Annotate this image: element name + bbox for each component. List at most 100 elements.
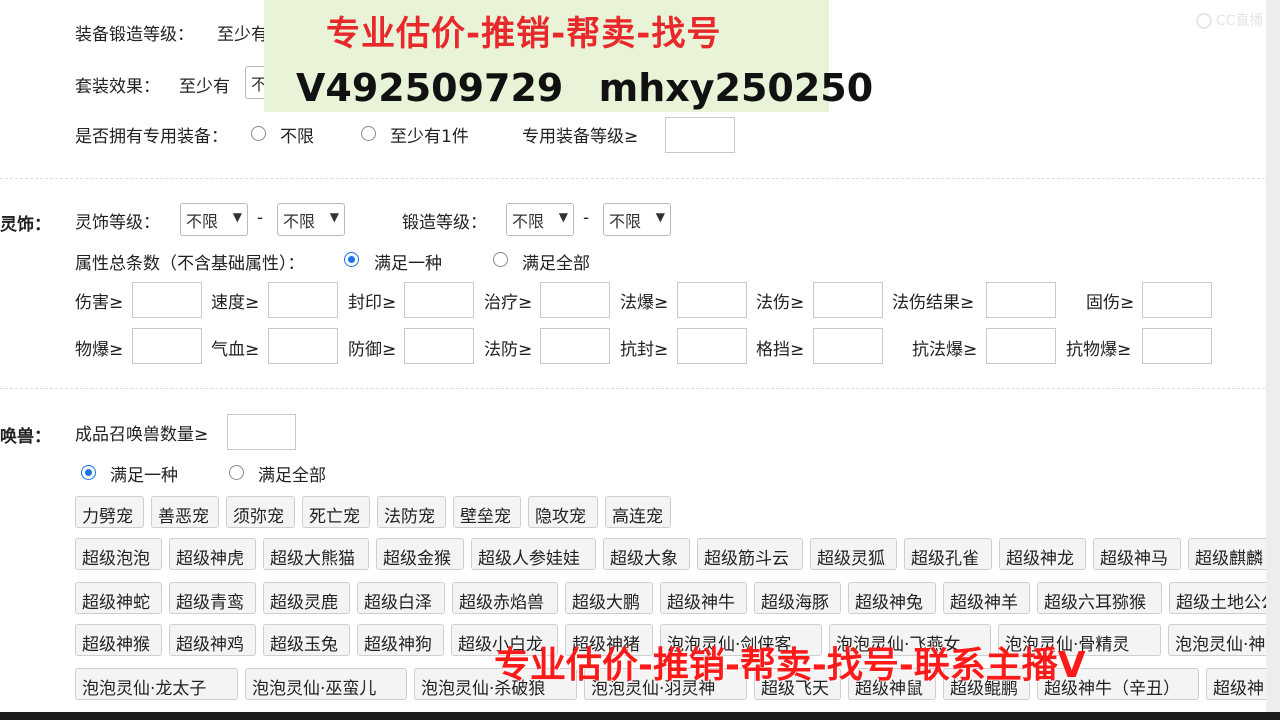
attr-label: 防御≥ (348, 340, 397, 360)
pet-tag-button[interactable]: 超级神马 (1093, 538, 1181, 570)
pet-tag-button[interactable]: 超级神鸡 (169, 624, 256, 656)
attr-input-damage[interactable] (132, 282, 202, 318)
chevron-down-icon: ▼ (329, 210, 339, 224)
pet-tag-button[interactable]: 超级孔雀 (904, 538, 992, 570)
attr-label: 治疗≥ (484, 293, 533, 313)
attr-input-seal-resist[interactable] (677, 328, 747, 364)
pet-tag-button[interactable]: 超级泡泡 (75, 538, 162, 570)
lingshi-level-from-select[interactable]: 不限 ▼ (180, 203, 248, 236)
pet-count-label: 成品召唤兽数量≥ (75, 425, 209, 445)
lingshi-forge-to-value: 不限 (609, 212, 642, 231)
attr-label: 法防≥ (484, 340, 533, 360)
pet-tag-button[interactable]: 壁垒宠 (453, 496, 521, 528)
attr-label: 伤害≥ (75, 293, 124, 313)
attr-input-speed[interactable] (268, 282, 338, 318)
pet-tag-button[interactable]: 超级土地公公 (1169, 582, 1280, 614)
lingshi-section-title: 灵饰： (0, 215, 51, 235)
attr-label: 法爆≥ (620, 293, 669, 313)
pets-match-one-label: 满足一种 (110, 466, 178, 486)
lingshi-forge-label: 锻造等级： (402, 213, 487, 233)
pets-match-all-radio[interactable] (229, 465, 244, 480)
attr-input-phys-crit-resist[interactable] (1142, 328, 1212, 364)
set-effect-label: 套装效果： (75, 77, 160, 97)
pet-tag-button[interactable]: 超级大熊猫 (263, 538, 369, 570)
lingshi-match-all-radio[interactable] (493, 252, 508, 267)
exclusive-level-input[interactable] (665, 117, 735, 153)
pet-tag-button[interactable]: 超级大鹏 (565, 582, 653, 614)
pet-tag-button[interactable]: 高连宠 (605, 496, 671, 528)
pet-tag-button[interactable]: 须弥宠 (226, 496, 295, 528)
pet-tag-button[interactable]: 隐攻宠 (528, 496, 598, 528)
exclusive-any-label: 不限 (280, 127, 314, 147)
attr-label: 抗法爆≥ (912, 340, 978, 360)
pet-tag-button[interactable]: 超级筋斗云 (697, 538, 803, 570)
attr-label: 封印≥ (348, 293, 397, 313)
pet-tag-button[interactable]: 死亡宠 (302, 496, 370, 528)
section-divider (0, 388, 1280, 389)
pet-tag-button[interactable]: 善恶宠 (151, 496, 219, 528)
pet-count-input[interactable] (227, 414, 296, 450)
lingshi-forge-from-select[interactable]: 不限 ▼ (506, 203, 574, 236)
chevron-down-icon: ▼ (558, 210, 568, 224)
banner-ids: V492509729 mhxy250250 (296, 66, 874, 110)
pet-tag-button[interactable]: 泡泡灵仙·龙太子 (75, 668, 238, 700)
attr-input-hp[interactable] (268, 328, 338, 364)
pet-tag-button[interactable]: 超级灵狐 (810, 538, 897, 570)
pet-tag-button[interactable]: 超级大象 (603, 538, 690, 570)
attr-input-heal[interactable] (540, 282, 610, 318)
pet-tag-button[interactable]: 泡泡灵仙·巫蛮儿 (245, 668, 407, 700)
promo-overlay-text: 专业估价-推销-帮卖-找号-联系主播V (494, 645, 1086, 686)
pet-tag-button[interactable]: 超级赤焰兽 (452, 582, 558, 614)
lingshi-match-all-label: 满足全部 (522, 254, 590, 274)
pet-tag-button[interactable]: 超级白泽 (357, 582, 445, 614)
pet-tag-button[interactable]: 力劈宠 (75, 496, 144, 528)
pet-tag-button[interactable]: 超级神龙 (999, 538, 1086, 570)
cc-logo-icon (1196, 13, 1212, 29)
banner-title: 专业估价-推销-帮卖-找号 (326, 14, 722, 54)
pet-tag-button[interactable]: 泡泡灵仙·神 (1168, 624, 1280, 656)
pet-tag-button[interactable]: 超级六耳猕猴 (1037, 582, 1162, 614)
pet-tag-button[interactable]: 超级人参娃娃 (471, 538, 596, 570)
chevron-down-icon: ▼ (232, 210, 242, 224)
lingshi-match-one-radio[interactable] (344, 252, 359, 267)
attr-label: 格挡≥ (756, 340, 805, 360)
attr-input-seal[interactable] (404, 282, 474, 318)
attr-input-phys-crit[interactable] (132, 328, 202, 364)
pet-tag-button[interactable]: 超级青鸾 (169, 582, 256, 614)
attr-input-magic-crit[interactable] (677, 282, 747, 318)
attr-input-defense[interactable] (404, 328, 474, 364)
pets-match-one-radio[interactable] (81, 465, 96, 480)
pet-tag-button[interactable]: 超级神虎 (169, 538, 256, 570)
pet-tag-button[interactable]: 超级灵鹿 (263, 582, 350, 614)
exclusive-any-radio[interactable] (251, 126, 266, 141)
attr-label: 抗物爆≥ (1066, 340, 1132, 360)
attr-input-magic-damage[interactable] (813, 282, 883, 318)
pet-tag-button[interactable]: 超级神猴 (75, 624, 162, 656)
pet-tag-button[interactable]: 超级神兔 (848, 582, 936, 614)
cc-watermark: CC直播 (1196, 10, 1264, 30)
pet-tag-button[interactable]: 超级神狗 (357, 624, 444, 656)
attr-input-magic-defense[interactable] (540, 328, 610, 364)
pet-tag-button[interactable]: 超级神蛇 (75, 582, 162, 614)
page-scrollbar[interactable] (1266, 0, 1280, 720)
pet-tag-button[interactable]: 法防宠 (377, 496, 446, 528)
attr-input-magic-result[interactable] (986, 282, 1056, 318)
section-divider (0, 178, 1280, 179)
lingshi-forge-from-value: 不限 (512, 212, 545, 231)
attr-label: 速度≥ (211, 293, 260, 313)
exclusive-one-radio[interactable] (361, 126, 376, 141)
pet-tag-button[interactable]: 超级神牛 (660, 582, 747, 614)
pet-tag-button[interactable]: 超级玉兔 (263, 624, 350, 656)
pet-tag-button[interactable]: 超级海豚 (754, 582, 841, 614)
attr-label: 气血≥ (211, 340, 260, 360)
attr-input-magic-crit-resist[interactable] (986, 328, 1056, 364)
attr-input-fixed-damage[interactable] (1142, 282, 1212, 318)
pet-tag-button[interactable]: 超级金猴 (376, 538, 464, 570)
pet-tag-button[interactable]: 超级神羊 (943, 582, 1030, 614)
lingshi-level-to-select[interactable]: 不限 ▼ (277, 203, 345, 236)
attr-label: 法伤结果≥ (892, 293, 975, 313)
attr-input-block[interactable] (813, 328, 883, 364)
lingshi-level-label: 灵饰等级： (75, 213, 160, 233)
lingshi-level-from-value: 不限 (186, 212, 219, 231)
lingshi-forge-to-select[interactable]: 不限 ▼ (603, 203, 671, 236)
